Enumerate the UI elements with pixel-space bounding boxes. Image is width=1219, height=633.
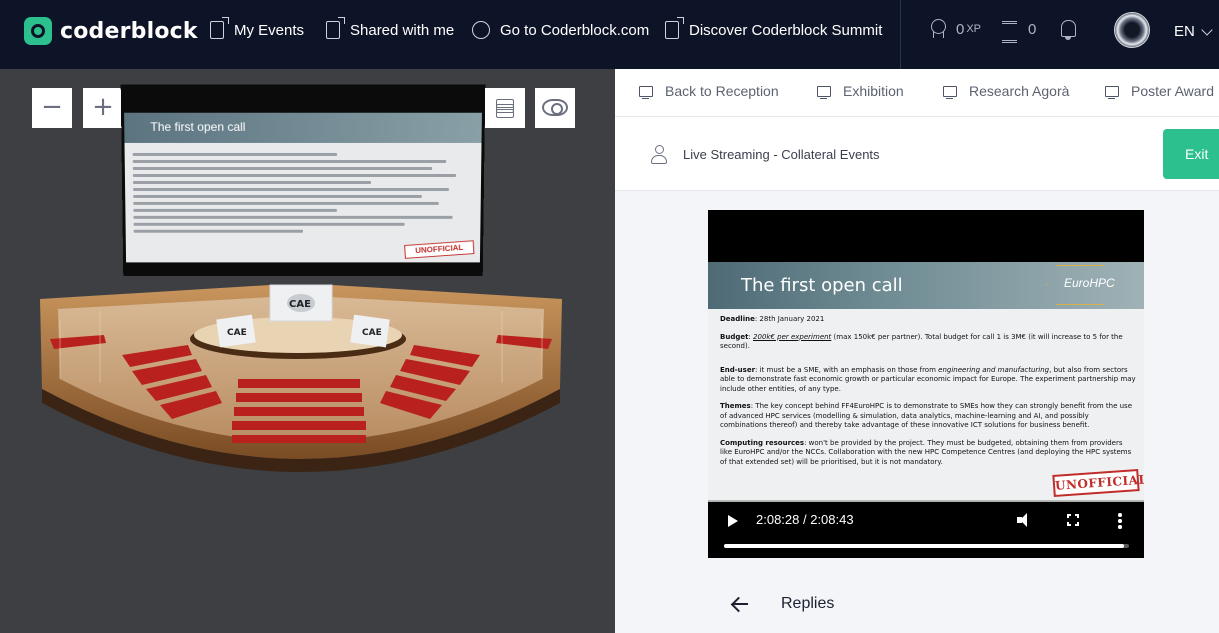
nav-my-events-label: My Events	[234, 21, 305, 39]
slide-deadline: Deadline: 28th January 2021	[720, 315, 825, 323]
replies-label: Replies	[781, 595, 835, 612]
room-header: Live Streaming - Collateral Events Exit	[615, 117, 1219, 191]
video-slide: The first open call EuroHPC Deadline: 28…	[708, 262, 1144, 502]
eye-icon	[542, 99, 568, 116]
svg-text:CAE: CAE	[362, 328, 382, 338]
coderblock-logo-icon	[24, 17, 52, 45]
tab-back-to-reception[interactable]: Back to Reception	[639, 83, 779, 99]
app-name: coderblock	[60, 18, 198, 44]
slide-themes: Themes: The key concept behind FF4EuroHP…	[720, 402, 1132, 429]
xp-counter[interactable]: 0 XP	[928, 19, 981, 39]
tab-research-agora[interactable]: Research Agorà	[943, 83, 1069, 99]
document-icon	[326, 17, 345, 39]
stage-screen-stamp: UNOFFICIAL	[404, 240, 475, 259]
user-avatar[interactable]	[1114, 12, 1150, 48]
stage-screen-text	[124, 143, 481, 243]
more-options-icon[interactable]	[1118, 513, 1122, 529]
slide-budget: Budget: 200k€ per experiment (max 150k€ …	[720, 332, 1123, 351]
nav-discover-summit-label: Discover Coderblock Summit	[689, 21, 883, 39]
notifications-bell-icon[interactable]	[1058, 19, 1078, 41]
nav-go-to-coderblock-label: Go to Coderblock.com	[500, 21, 650, 39]
stream-content: The first open call EuroHPC Deadline: 28…	[615, 191, 1219, 633]
play-icon[interactable]	[728, 515, 738, 527]
video-progress-bar[interactable]	[724, 544, 1129, 548]
coins-icon	[1000, 19, 1020, 43]
layers-button[interactable]	[485, 88, 525, 128]
monitor-icon	[943, 85, 957, 99]
volume-icon[interactable]	[1017, 513, 1033, 527]
badge-icon	[928, 19, 948, 39]
stage-screen-slide: The first open call UNOFFICIAL	[124, 112, 482, 263]
view-toggle-button[interactable]	[535, 88, 575, 128]
tab-research-agora-label: Research Agorà	[969, 83, 1070, 99]
slide-logo-text: EuroHPC	[1064, 276, 1115, 290]
zoom-out-button[interactable]: −	[32, 88, 72, 128]
room-title: Live Streaming - Collateral Events	[651, 145, 880, 164]
stage-screen: The first open call UNOFFICIAL	[120, 84, 486, 277]
slide-stamp: UNOFFICIAL	[1052, 469, 1144, 497]
circle-icon	[472, 21, 490, 39]
arrow-left-icon	[731, 596, 749, 612]
document-icon	[665, 17, 684, 39]
document-icon	[210, 17, 229, 39]
slide-title: The first open call	[741, 275, 903, 296]
fullscreen-icon[interactable]	[1066, 513, 1080, 527]
language-selector[interactable]: EN	[1174, 23, 1213, 40]
svg-text:CAE: CAE	[289, 299, 311, 310]
nav-divider	[900, 0, 901, 69]
nav-shared-with-me-label: Shared with me	[350, 21, 455, 39]
video-player[interactable]: The first open call EuroHPC Deadline: 28…	[708, 210, 1144, 558]
top-navigation-bar: coderblock My Events Shared with me Go t…	[0, 0, 1219, 69]
room-tabs: Back to Reception Exhibition Research Ag…	[615, 69, 1219, 117]
nav-go-to-coderblock[interactable]: Go to Coderblock.com	[472, 19, 649, 41]
speaker-icon	[651, 145, 667, 164]
tab-exhibition[interactable]: Exhibition	[817, 83, 904, 99]
nav-my-events[interactable]: My Events	[210, 17, 305, 41]
coins-value: 0	[1028, 20, 1037, 38]
room-title-label: Live Streaming - Collateral Events	[683, 146, 880, 162]
zoom-in-button[interactable]: +	[83, 88, 123, 128]
xp-value: 0	[956, 20, 965, 38]
video-controls: 2:08:28 / 2:08:43	[708, 500, 1144, 558]
exit-button[interactable]: Exit	[1163, 129, 1219, 179]
replies-toggle[interactable]: Replies	[731, 595, 834, 613]
nav-shared-with-me[interactable]: Shared with me	[326, 17, 455, 41]
auditorium-seating: CAE CAE CAE	[40, 284, 562, 472]
monitor-icon	[817, 85, 831, 99]
video-time: 2:08:28 / 2:08:43	[756, 512, 854, 527]
svg-text:CAE: CAE	[227, 328, 247, 338]
tab-poster-award-label: Poster Award	[1131, 83, 1215, 99]
monitor-icon	[1105, 85, 1119, 99]
slide-enduser: End-user: it must be a SME, with an emph…	[720, 365, 1136, 393]
tab-poster-award[interactable]: Poster Award	[1105, 83, 1214, 99]
slide-computing: Computing resources: won't be provided b…	[720, 438, 1132, 466]
monitor-icon	[639, 85, 653, 99]
auditorium-3d-view[interactable]: − + The first open call UNOFFICIAL CAE C…	[0, 69, 615, 633]
slide-body: Deadline: 28th January 2021 Budget: 200k…	[720, 315, 1136, 475]
app-logo[interactable]: coderblock	[24, 15, 198, 47]
tab-exhibition-label: Exhibition	[843, 83, 904, 99]
tab-back-to-reception-label: Back to Reception	[665, 83, 779, 99]
video-progress-fill	[724, 544, 1125, 548]
xp-unit: XP	[966, 23, 982, 35]
language-value: EN	[1174, 23, 1195, 40]
coins-counter[interactable]: 0	[1000, 19, 1037, 43]
layers-icon	[494, 99, 516, 118]
chevron-down-icon	[1201, 23, 1213, 36]
slide-header: The first open call EuroHPC	[708, 262, 1144, 309]
nav-discover-summit[interactable]: Discover Coderblock Summit	[665, 17, 883, 41]
stage-screen-title: The first open call	[124, 112, 482, 143]
